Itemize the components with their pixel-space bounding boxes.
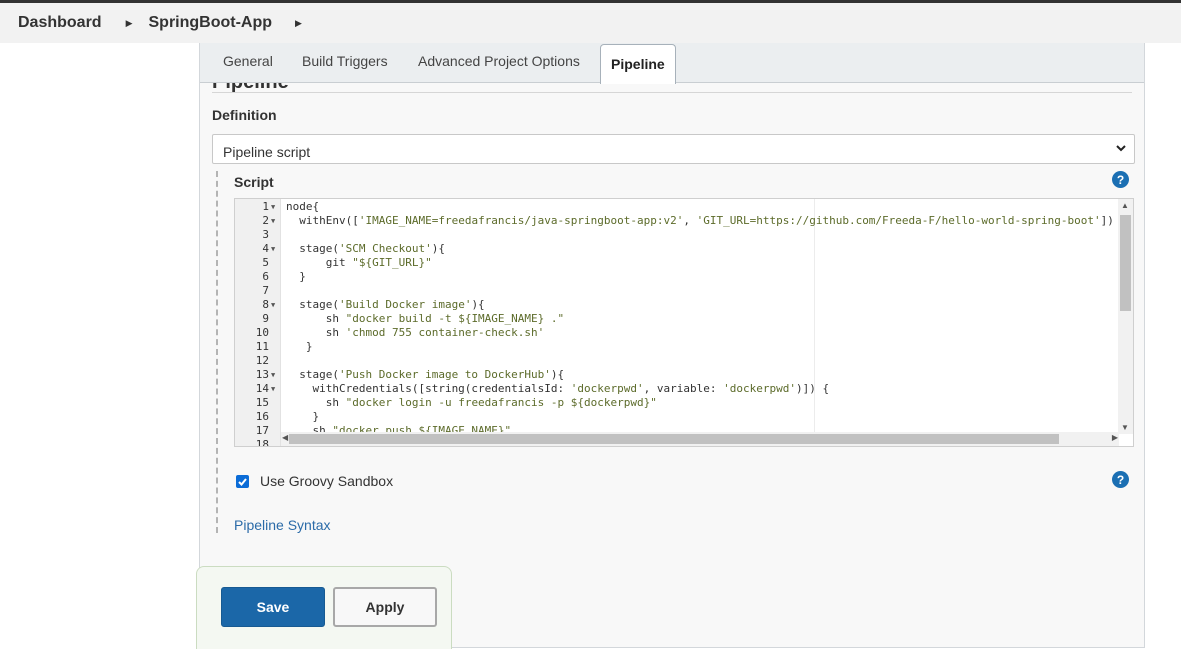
code-line[interactable]: 10 sh 'chmod 755 container-check.sh' [235,326,1133,340]
scroll-right-icon[interactable]: ▶ [1112,433,1118,442]
line-number: 3 [262,228,269,241]
breadcrumb-springboot-app[interactable]: SpringBoot-App [149,14,273,32]
code-text: node{ [286,200,320,213]
code-line[interactable]: 1 ▼ node{ [235,200,1133,214]
fold-arrow-icon[interactable]: ▼ [271,368,275,382]
code-text: sh 'chmod 755 container-check.sh' [286,326,545,339]
line-number: 1 [262,200,269,213]
groovy-sandbox-checkbox[interactable] [236,474,249,488]
script-label: Script [234,174,274,190]
tab-pipeline[interactable]: Pipeline [600,44,676,84]
apply-button[interactable]: Apply [333,587,437,627]
save-button[interactable]: Save [221,587,325,627]
groovy-sandbox-label[interactable]: Use Groovy Sandbox [260,473,393,489]
code-line[interactable]: 11 } [235,340,1133,354]
chevron-down-icon [1116,145,1126,152]
svg-text:?: ? [1117,473,1124,487]
line-number: 17 [255,424,269,437]
code-line[interactable]: 5 git "${GIT_URL}" [235,256,1133,270]
line-number: 15 [255,396,269,409]
chevron-right-icon[interactable]: ▶ [295,18,302,29]
line-number: 14 [255,382,269,395]
code-text: withCredentials([string(credentialsId: '… [286,382,830,395]
vertical-scrollbar[interactable]: ▲ ▼ [1118,199,1133,434]
code-text: } [286,410,320,423]
code-line[interactable]: 8 ▼ stage('Build Docker image'){ [235,298,1133,312]
line-number: 8 [262,298,269,311]
tab-build-triggers[interactable]: Build Triggers [302,53,388,69]
tab-general[interactable]: General [223,53,273,69]
scroll-left-icon[interactable]: ◀ [282,433,288,442]
line-number: 9 [262,312,269,325]
code-text: stage('Build Docker image'){ [286,298,485,311]
code-line[interactable]: 2 ▼ withEnv(['IMAGE_NAME=freedafrancis/ja… [235,214,1133,228]
help-icon[interactable]: ? [1112,171,1129,188]
code-line[interactable]: 3 [235,228,1133,242]
line-number: 18 [255,438,269,447]
definition-selected-value: Pipeline script [223,144,311,160]
code-line[interactable]: 6 } [235,270,1133,284]
horizontal-scroll-thumb[interactable] [289,434,1059,444]
script-editor[interactable]: 1 ▼ node{2 ▼ withEnv(['IMAGE_NAME=freedafra… [234,198,1134,447]
fold-arrow-icon[interactable]: ▼ [271,382,275,396]
section-title: Pipeline [212,83,1132,93]
tab-bar: General Build Triggers Advanced Project … [200,43,1144,84]
breadcrumb: Dashboard ▶ SpringBoot-App ▶ [0,3,1181,43]
line-number: 6 [262,270,269,283]
line-number: 11 [255,340,269,353]
code-text: sh "docker login -u freedafrancis -p ${d… [286,396,657,409]
line-number: 10 [255,326,269,339]
nested-section-indicator [216,171,218,533]
vertical-scroll-thumb[interactable] [1120,215,1131,311]
save-bar: Save Apply [196,566,452,649]
code-line[interactable]: 12 [235,354,1133,368]
code-line[interactable]: 4 ▼ stage('SCM Checkout'){ [235,242,1133,256]
checkmark-icon [238,477,247,486]
line-number: 7 [262,284,269,297]
code-text: stage('SCM Checkout'){ [286,242,445,255]
line-number: 5 [262,256,269,269]
code-line[interactable]: 15 sh "docker login -u freedafrancis -p … [235,396,1133,410]
groovy-sandbox-option: Use Groovy Sandbox [236,473,393,489]
code-text: sh "docker build -t ${IMAGE_NAME} ." [286,312,565,325]
fold-arrow-icon[interactable]: ▼ [271,242,275,256]
code-line[interactable]: 14 ▼ withCredentials([string(credentialsI… [235,382,1133,396]
breadcrumb-dashboard[interactable]: Dashboard [18,14,102,32]
svg-text:?: ? [1117,173,1124,187]
line-number: 4 [262,242,269,255]
help-icon[interactable]: ? [1112,471,1129,488]
horizontal-scrollbar[interactable]: ◀ ▶ [281,432,1119,446]
line-number: 12 [255,354,269,367]
code-line[interactable]: 7 [235,284,1133,298]
section-title-text: Pipeline [212,83,289,92]
code-line[interactable]: 9 sh "docker build -t ${IMAGE_NAME} ." [235,312,1133,326]
code-line[interactable]: 16 } [235,410,1133,424]
fold-arrow-icon[interactable]: ▼ [271,200,275,214]
code-text: withEnv(['IMAGE_NAME=freedafrancis/java-… [286,214,1114,227]
scroll-up-icon[interactable]: ▲ [1121,201,1129,210]
code-text: stage('Push Docker image to DockerHub'){ [286,368,565,381]
code-text: git "${GIT_URL}" [286,256,432,269]
code-line[interactable]: 13 ▼ stage('Push Docker image to DockerHu… [235,368,1133,382]
definition-select[interactable]: Pipeline script [212,134,1135,164]
pipeline-syntax-link[interactable]: Pipeline Syntax [234,517,331,533]
config-panel: General Build Triggers Advanced Project … [199,43,1145,648]
line-number: 13 [255,368,269,381]
fold-arrow-icon[interactable]: ▼ [271,298,275,312]
line-number: 2 [262,214,269,227]
scroll-down-icon[interactable]: ▼ [1121,423,1129,432]
code-text: } [286,270,306,283]
line-number: 16 [255,410,269,423]
chevron-right-icon[interactable]: ▶ [126,18,133,29]
code-text: } [286,340,313,353]
definition-label: Definition [212,107,277,123]
tab-advanced-project-options[interactable]: Advanced Project Options [418,53,580,69]
fold-arrow-icon[interactable]: ▼ [271,214,275,228]
